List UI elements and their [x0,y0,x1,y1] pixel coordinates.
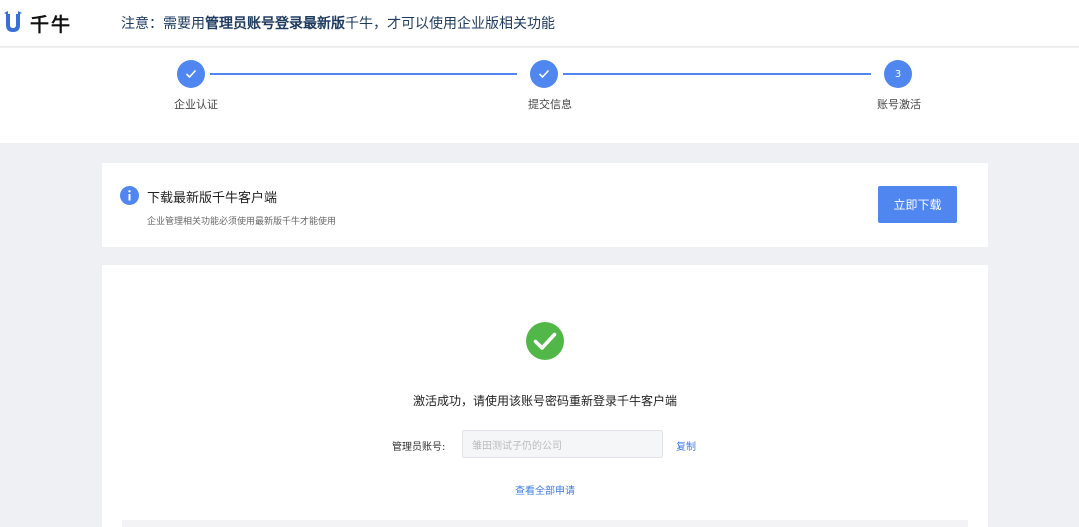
step-1-circle [177,60,205,88]
step-connector-1 [210,73,517,75]
success-message: 激活成功，请使用该账号密码重新登录千牛客户端 [412,394,677,408]
download-now-button[interactable]: 立即下载 [878,186,957,223]
step-2-label: 提交信息 [528,98,572,111]
download-card: 下载最新版千牛客户端 企业管理相关功能必须使用最新版千牛才能使用 立即下载 [102,163,988,247]
bottom-shade [122,520,968,527]
step-3-number: 3 [894,68,902,80]
qianniu-logo-icon [4,11,22,32]
info-icon [120,186,139,205]
step-3-label: 账号激活 [877,98,921,111]
download-title: 下载最新版千牛客户端 [147,191,278,206]
activation-result-card: 激活成功，请使用该账号密码重新登录千牛客户端 管理员账号: 复制 查看全部申请 [102,265,988,527]
view-all-applications-link: 查看全部申请 [102,482,988,497]
step-connector-2 [563,73,871,75]
logo[interactable]: 千牛 [3,10,72,36]
download-subtitle: 企业管理相关功能必须使用最新版千牛才能使用 [147,217,337,227]
step-3-circle: 3 [884,60,912,88]
check-icon [185,69,197,79]
view-all-applications-label[interactable]: 查看全部申请 [515,486,575,497]
success-check-icon [526,322,564,360]
step-1-label: 企业认证 [174,98,218,111]
progress-steps: 3 企业认证 提交信息 账号激活 [0,48,1079,143]
step-2-circle [530,60,558,88]
account-field[interactable] [462,430,663,458]
check-icon [538,69,550,79]
copy-link[interactable]: 复制 [676,438,696,453]
top-bar: 千牛 注意：需要用管理员账号登录最新版千牛，才可以使用企业版相关功能 [0,0,1079,47]
account-label: 管理员账号: [392,442,446,453]
logo-text: 千牛 [30,13,73,36]
notice-text: 注意：需要用管理员账号登录最新版千牛，才可以使用企业版相关功能 [121,16,555,32]
